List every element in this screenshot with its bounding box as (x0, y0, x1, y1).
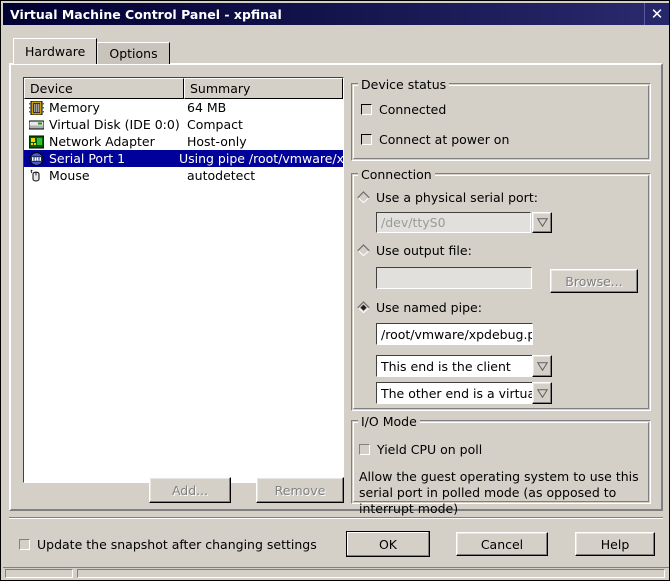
chevron-down-icon (536, 361, 548, 371)
network-adapter-icon (29, 135, 44, 148)
yield-cpu-checkbox-row[interactable]: Yield CPU on poll (359, 442, 482, 457)
serial-port-icon: 010 (29, 151, 44, 166)
use-output-file-radio-row[interactable]: Use output file: (357, 243, 472, 258)
pipe-far-end-field[interactable]: The other end is a virtual m (376, 382, 533, 404)
radio-diamond-selected-icon[interactable] (357, 301, 370, 314)
tab-options-label: Options (109, 46, 158, 61)
device-name: Network Adapter (49, 134, 155, 149)
device-cell: Virtual Disk (IDE 0:0) (24, 117, 184, 132)
column-header-summary[interactable]: Summary (184, 78, 343, 99)
summary-cell: autodetect (187, 168, 256, 183)
pipe-far-end-dropdown-button[interactable] (532, 382, 552, 404)
table-row[interactable]: Network Adapter Host-only (24, 133, 343, 150)
device-list[interactable]: Device Summary Memory 64 MB Virtual Disk… (23, 77, 344, 483)
remove-button[interactable]: Remove (256, 477, 344, 503)
table-row[interactable]: Memory 64 MB (24, 99, 343, 116)
browse-button[interactable]: Browse... (550, 269, 638, 293)
connected-checkbox-row[interactable]: Connected (361, 102, 446, 117)
use-physical-serial-port-label: Use a physical serial port: (376, 190, 538, 205)
mouse-icon (30, 169, 40, 181)
device-name: Virtual Disk (IDE 0:0) (49, 117, 180, 132)
device-cell: 010 Serial Port 1 (24, 151, 176, 166)
tabstrip: Hardware Options (13, 38, 170, 64)
update-snapshot-checkbox[interactable] (19, 539, 30, 550)
device-name: Mouse (49, 168, 90, 183)
close-icon[interactable]: ✕ (644, 3, 669, 25)
status-bar-segment (5, 569, 73, 578)
output-file-field[interactable] (376, 267, 532, 289)
yield-cpu-label: Yield CPU on poll (377, 442, 483, 457)
device-status-group-title: Device status (358, 77, 450, 92)
summary-cell: 64 MB (187, 100, 227, 115)
column-header-device[interactable]: Device (24, 78, 184, 99)
status-bar-segment (77, 569, 665, 578)
window-titlebar[interactable]: Virtual Machine Control Panel - xpfinal … (3, 3, 669, 25)
help-button[interactable]: Help (575, 532, 655, 556)
ok-button-label: OK (378, 536, 398, 552)
chevron-down-icon (536, 388, 548, 398)
tab-hardware[interactable]: Hardware (13, 38, 98, 64)
harddisk-icon (29, 120, 44, 129)
physical-serial-port-dropdown-button[interactable] (532, 212, 552, 233)
connect-at-power-on-checkbox[interactable] (361, 134, 372, 145)
help-button-label: Help (600, 536, 630, 552)
io-mode-description: Allow the guest operating system to use … (359, 469, 639, 516)
device-name: Memory (49, 100, 100, 115)
use-named-pipe-radio-row[interactable]: Use named pipe: (357, 300, 482, 315)
connection-group-title: Connection (358, 167, 435, 182)
device-cell: Memory (24, 100, 184, 115)
named-pipe-path-field[interactable]: /root/vmware/xpdebug.pipe (376, 323, 533, 345)
chevron-down-icon (536, 218, 548, 227)
connected-checkbox[interactable] (361, 104, 372, 115)
ok-button[interactable]: OK (346, 531, 430, 557)
add-button[interactable]: Add... (149, 477, 231, 503)
connect-at-power-on-label: Connect at power on (379, 132, 510, 147)
status-bar (3, 567, 669, 579)
use-physical-serial-port-radio-row[interactable]: Use a physical serial port: (357, 190, 538, 205)
use-output-file-label: Use output file: (376, 243, 472, 258)
update-snapshot-label: Update the snapshot after changing setti… (37, 537, 317, 552)
use-named-pipe-label: Use named pipe: (376, 300, 482, 315)
physical-serial-port-field[interactable]: /dev/ttyS0 (376, 212, 531, 233)
table-row[interactable]: Mouse autodetect (24, 167, 343, 184)
update-snapshot-checkbox-row[interactable]: Update the snapshot after changing setti… (19, 537, 317, 552)
radio-diamond-icon[interactable] (357, 244, 370, 257)
memory-icon (29, 100, 44, 115)
pipe-near-end-field[interactable]: This end is the client (376, 355, 533, 377)
table-row[interactable]: Virtual Disk (IDE 0:0) Compact (24, 116, 343, 133)
summary-cell: Compact (187, 117, 243, 132)
connected-label: Connected (379, 102, 447, 117)
io-mode-group-title: I/O Mode (358, 414, 420, 429)
connect-at-power-on-checkbox-row[interactable]: Connect at power on (361, 132, 509, 147)
pipe-near-end-dropdown-button[interactable] (532, 355, 552, 377)
device-cell: Mouse (24, 168, 184, 183)
radio-diamond-icon[interactable] (357, 191, 370, 204)
vm-control-panel-window: Virtual Machine Control Panel - xpfinal … (0, 0, 670, 581)
device-cell: Network Adapter (24, 134, 184, 149)
window-title: Virtual Machine Control Panel - xpfinal (10, 6, 282, 22)
summary-cell: Host-only (187, 134, 247, 149)
remove-button-label: Remove (274, 482, 326, 498)
table-row[interactable]: 010 Serial Port 1 Using pipe /root/vmwar… (24, 150, 343, 167)
device-list-rows: Memory 64 MB Virtual Disk (IDE 0:0) Comp… (24, 99, 343, 184)
cancel-button[interactable]: Cancel (456, 532, 548, 556)
footer-divider (9, 517, 663, 519)
device-status-group: Device status (351, 77, 651, 161)
browse-button-label: Browse... (565, 273, 623, 289)
add-button-label: Add... (171, 482, 209, 498)
cancel-button-label: Cancel (480, 536, 524, 552)
device-name: Serial Port 1 (49, 151, 126, 166)
tab-hardware-label: Hardware (25, 44, 86, 59)
device-list-header: Device Summary (24, 78, 343, 99)
device-status-group-inner (353, 85, 649, 159)
tab-options[interactable]: Options (97, 42, 170, 64)
yield-cpu-checkbox[interactable] (359, 444, 370, 455)
svg-text:010: 010 (33, 156, 41, 161)
summary-cell: Using pipe /root/vmware/xp (178, 151, 343, 166)
